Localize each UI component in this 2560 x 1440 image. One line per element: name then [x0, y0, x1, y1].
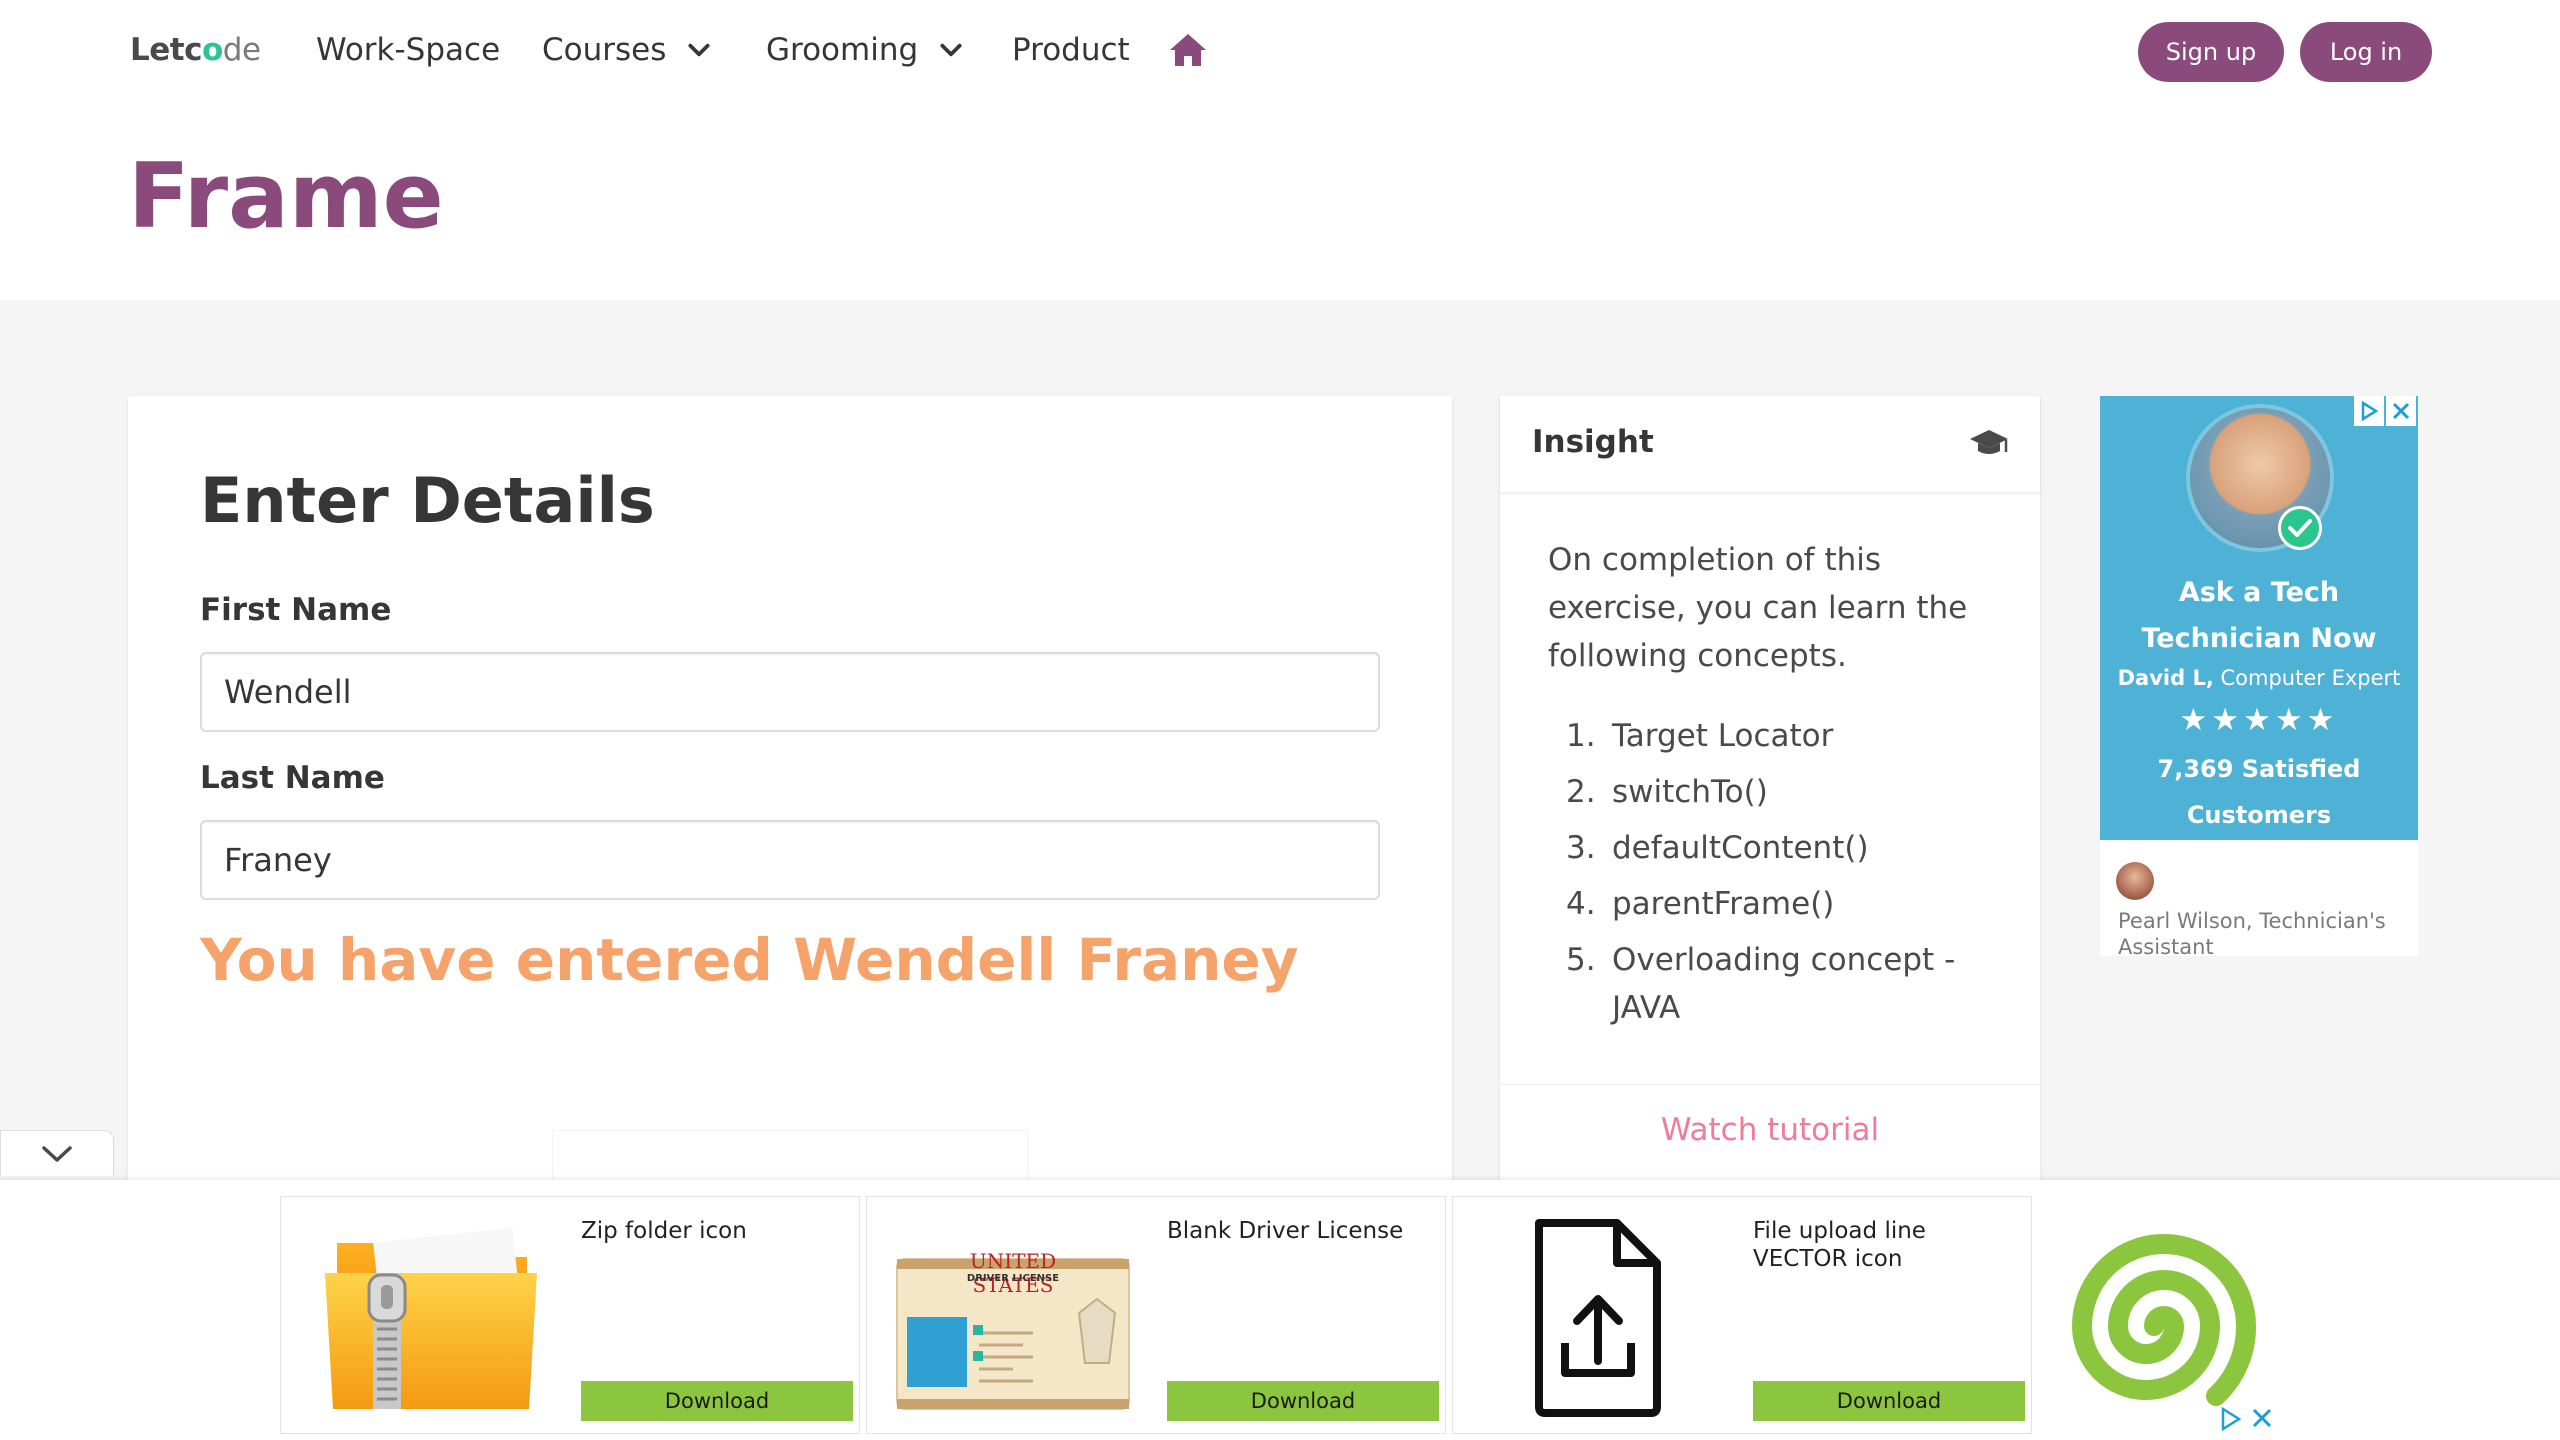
nav-courses-dropdown[interactable]: Courses: [542, 32, 712, 68]
insight-divider: [1500, 1084, 2040, 1085]
list-item-number: 1.: [1566, 718, 1596, 754]
watch-tutorial-link[interactable]: Watch tutorial: [1500, 1112, 2040, 1148]
download-button[interactable]: Download: [1167, 1381, 1439, 1421]
list-item: 3. defaultContent(): [1566, 824, 1986, 872]
rating-stars: ★★★★★: [2179, 702, 2339, 738]
adchoices-icon[interactable]: [2354, 396, 2384, 426]
close-ad-icon[interactable]: [2250, 1406, 2274, 1430]
nav-work-space-label: Work-Space: [316, 32, 501, 68]
ad-banner: Ask a Tech Technician Now David L, Compu…: [2100, 396, 2418, 840]
list-item-number: 2.: [1566, 774, 1596, 810]
list-item-text: defaultContent(): [1612, 830, 1869, 866]
nav-product[interactable]: Product: [1012, 32, 1130, 68]
letcode-logo[interactable]: Letcode: [130, 32, 261, 68]
last-name-input[interactable]: [200, 820, 1380, 900]
list-item: 5. Overloading concept - JAVA: [1566, 936, 1986, 1032]
list-item: 2. switchTo(): [1566, 768, 1986, 816]
graduation-cap-icon: [1970, 430, 2008, 454]
form-heading: Enter Details: [200, 464, 655, 537]
zip-folder-icon: [325, 1227, 537, 1409]
concept-list: 1. Target Locator 2. switchTo() 3. defaultC…: [1566, 712, 1986, 1040]
ad-collapse-toggle[interactable]: [0, 1130, 114, 1176]
insight-header: Insight: [1500, 396, 2040, 492]
chevron-down-icon: [42, 1145, 72, 1162]
list-item-text: Overloading concept - JAVA: [1612, 942, 1956, 1026]
side-advertisement[interactable]: Ask a Tech Technician Now David L, Compu…: [2100, 396, 2418, 959]
close-ad-icon[interactable]: [2386, 396, 2416, 426]
file-upload-icon: [1535, 1219, 1661, 1417]
nav-work-space[interactable]: Work-Space: [316, 32, 500, 68]
chevron-down-icon: [688, 43, 710, 57]
download-button[interactable]: Download: [581, 1381, 853, 1421]
adchoices-icon[interactable]: [2218, 1406, 2244, 1432]
home-icon[interactable]: [1168, 32, 1208, 68]
bottom-adchoices[interactable]: [2218, 1406, 2278, 1436]
list-item-number: 5.: [1566, 942, 1596, 978]
nav-grooming-label: Grooming: [766, 32, 919, 68]
ad-tile-title: Blank Driver License: [1167, 1218, 1404, 1244]
list-item-text: parentFrame(): [1612, 886, 1835, 922]
first-name-input[interactable]: [200, 652, 1380, 732]
spiral-logo-icon: [2071, 1234, 2257, 1406]
list-item: 4. parentFrame(): [1566, 880, 1986, 928]
insight-description: On completion of this exercise, you can …: [1548, 542, 1968, 674]
chevron-down-icon: [940, 43, 962, 57]
hero-section: Frame: [0, 104, 2560, 300]
list-item-number: 3.: [1566, 830, 1596, 866]
ad-expert-role: Computer Expert: [2220, 666, 2401, 690]
entered-name-result: You have entered Wendell Franey: [200, 926, 1299, 994]
nav-product-label: Product: [1012, 32, 1130, 68]
sign-up-button[interactable]: Sign up: [2138, 22, 2284, 82]
list-item-text: switchTo(): [1612, 774, 1768, 810]
list-item-number: 4.: [1566, 886, 1596, 922]
logo-text-2: o: [201, 32, 223, 68]
ad-tile-zip-folder[interactable]: Zip folder icon Download: [280, 1196, 860, 1434]
first-name-label: First Name: [200, 592, 392, 628]
verified-check-icon: [2278, 506, 2322, 550]
ad-tile-driver-license[interactable]: UNITED STATES DRIVER LICENSE Blank Drive…: [866, 1196, 1446, 1434]
page-title: Frame: [128, 144, 444, 249]
ad-expert-name: David L,: [2117, 666, 2214, 690]
ad-headline: Ask a Tech Technician Now: [2141, 577, 2377, 654]
ad-assistant-text: Pearl Wilson, Technician's Assistant: [2118, 909, 2386, 959]
last-name-label: Last Name: [200, 760, 385, 796]
ad-tile-title: File upload line VECTOR icon: [1753, 1218, 1926, 1272]
nav-courses-label: Courses: [542, 32, 667, 68]
insight-card: Insight On completion of this exercise, …: [1500, 396, 2040, 1200]
list-item-text: Target Locator: [1612, 718, 1834, 754]
assistant-avatar: [2116, 862, 2154, 900]
logo-text-3: de: [222, 32, 261, 68]
insight-title: Insight: [1532, 424, 1654, 460]
frame-form-card: Enter Details First Name Last Name You h…: [128, 396, 1452, 1200]
nav-grooming-dropdown[interactable]: Grooming: [766, 32, 964, 68]
ad-expert: David L, Computer Expert: [2100, 666, 2418, 690]
navbar: Letcode Work-Space Courses Grooming Prod…: [0, 0, 2560, 104]
ad-tile-title: Zip folder icon: [581, 1218, 747, 1244]
ad-satisfied-count: 7,369 Satisfied Customers: [2157, 755, 2361, 829]
ad-tile-file-upload[interactable]: File upload line VECTOR icon Download: [1452, 1196, 2032, 1434]
log-in-button[interactable]: Log in: [2300, 22, 2432, 82]
download-button[interactable]: Download: [1753, 1381, 2025, 1421]
logo-text-1: Letc: [130, 32, 202, 68]
license-card-subheader: DRIVER LICENSE: [966, 1273, 1060, 1284]
list-item: 1. Target Locator: [1566, 712, 1986, 760]
driver-license-image: [896, 1258, 1130, 1410]
